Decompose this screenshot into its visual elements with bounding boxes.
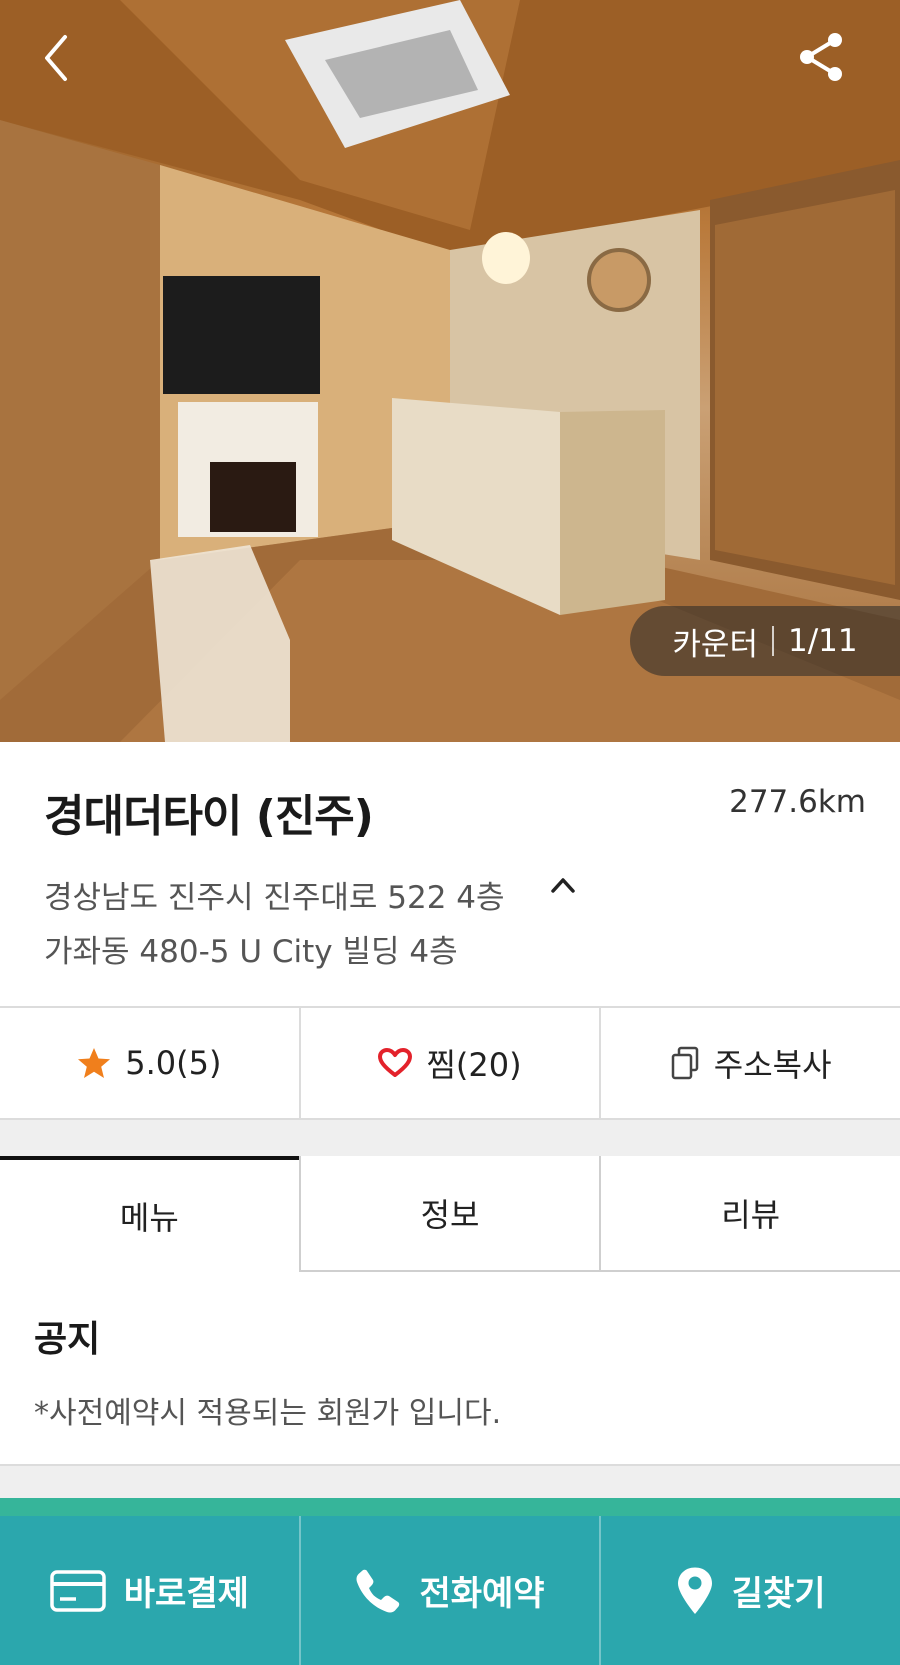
notice-text: *사전예약시 적용되는 회원가 입니다. (34, 1396, 502, 1431)
share-button[interactable] (790, 26, 852, 88)
notice-section: 공지 *사전예약시 적용되는 회원가 입니다. (0, 1272, 900, 1466)
rating-button[interactable]: 5.0(5) (0, 1008, 299, 1118)
distance: 277.6km (729, 784, 866, 820)
location-pin-icon (677, 1567, 712, 1614)
tab-menu[interactable]: 메뉴 (0, 1156, 299, 1272)
lot-address: 가좌동 480-5 U City 빌딩 4층 (44, 934, 458, 970)
rating-label: 5.0(5) (125, 1044, 222, 1082)
pay-now-button[interactable]: 바로결제 (0, 1516, 299, 1665)
bottom-action-bar: 바로결제 전화예약 길찾기 (0, 1498, 900, 1665)
phone-reservation-label: 전화예약 (419, 1574, 545, 1614)
photo-counter: 1/11 (787, 623, 858, 659)
directions-button[interactable]: 길찾기 (599, 1516, 900, 1665)
chevron-up-icon (551, 878, 575, 893)
caption-divider (771, 626, 774, 656)
share-icon (800, 33, 842, 81)
phone-icon (356, 1569, 400, 1612)
copy-address-label: 주소복사 (713, 1046, 832, 1084)
tab-reviews[interactable]: 리뷰 (599, 1156, 900, 1272)
section-divider (0, 1120, 900, 1156)
notice-title: 공지 (34, 1319, 101, 1360)
copy-icon (671, 1046, 699, 1080)
star-icon (78, 1048, 111, 1078)
pay-now-label: 바로결제 (123, 1574, 249, 1614)
hero-photo[interactable]: 카운터 1/11 (0, 0, 900, 742)
place-name: 경대더타이 (진주) (44, 791, 374, 842)
action-row: 5.0(5) 찜(20) 주소복사 (0, 1006, 900, 1120)
copy-address-button[interactable]: 주소복사 (599, 1008, 900, 1118)
phone-reservation-button[interactable]: 전화예약 (298, 1516, 600, 1665)
section-divider (0, 1466, 900, 1498)
favorite-button[interactable]: 찜(20) (298, 1008, 600, 1118)
tab-bar: 메뉴 정보 리뷰 (0, 1156, 900, 1272)
directions-label: 길찾기 (731, 1574, 826, 1614)
place-info: 경대더타이 (진주) 277.6km 경상남도 진주시 진주대로 522 4층 … (0, 742, 900, 1006)
back-button[interactable] (26, 28, 86, 88)
chevron-left-icon (45, 35, 67, 81)
address-collapse-button[interactable] (546, 868, 580, 902)
road-address: 경상남도 진주시 진주대로 522 4층 (44, 880, 505, 916)
heart-icon (378, 1048, 413, 1077)
photo-caption: 카운터 1/11 (630, 606, 900, 676)
credit-card-icon (50, 1569, 106, 1612)
photo-caption-label: 카운터 (672, 626, 758, 663)
tab-info[interactable]: 정보 (298, 1156, 600, 1272)
favorite-label: 찜(20) (426, 1046, 522, 1084)
